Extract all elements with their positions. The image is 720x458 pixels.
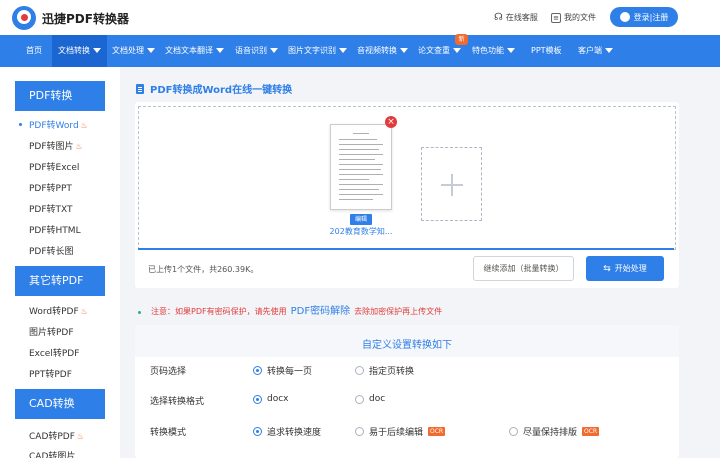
chevron-down-icon: [339, 48, 347, 53]
my-files-link[interactable]: ≡ 我的文件: [551, 12, 596, 23]
sidebar-item-pdf-to-ppt[interactable]: PDF转PPT: [29, 181, 72, 194]
sidebar-item-pdf-to-html[interactable]: PDF转HTML: [29, 223, 81, 236]
start-process-button[interactable]: ⇆ 开始处理: [586, 256, 664, 281]
nav-client[interactable]: 客户端: [578, 35, 613, 67]
radio-unchecked-icon: [509, 427, 518, 436]
sidebar-item-word-to-pdf[interactable]: Word转PDF ♨: [29, 304, 88, 317]
online-service-link[interactable]: ☊ 在线客服: [494, 12, 538, 23]
page-title: PDF转换成Word在线一键转换: [136, 81, 292, 96]
fire-icon: ♨: [76, 432, 85, 441]
password-notice: 注意：如果PDF有密码保护，请先使用 PDF密码解除 去除加密保护再上传文件: [138, 302, 442, 317]
nav-features[interactable]: 特色功能: [472, 35, 515, 67]
sidebar-item-image-to-pdf[interactable]: 图片转PDF: [29, 325, 74, 338]
chevron-down-icon: [93, 48, 101, 53]
swap-icon: ⇆: [603, 264, 611, 274]
headset-icon: ☊: [494, 12, 503, 23]
nav-doc-process[interactable]: 文档处理: [112, 35, 155, 67]
sidebar-item-pdf-to-excel[interactable]: PDF转Excel: [29, 160, 79, 173]
brand-title[interactable]: 迅捷PDF转换器: [42, 10, 129, 27]
nav-doc-translate[interactable]: 文档文本翻译: [165, 35, 224, 67]
radio-format-doc[interactable]: doc: [355, 394, 385, 404]
radio-convert-all-pages[interactable]: 转换每一页: [253, 364, 312, 377]
nav-home[interactable]: 首页: [26, 35, 42, 67]
new-badge: 新: [455, 34, 468, 45]
nav-speech-recognition[interactable]: 语音识别: [235, 35, 278, 67]
sidebar-section-cad-convert[interactable]: CAD转换: [15, 389, 105, 419]
radio-mode-layout[interactable]: 尽量保持排版 OCR: [509, 425, 600, 438]
sidebar-item-cad-to-image[interactable]: CAD转图片: [29, 449, 75, 458]
chevron-down-icon: [507, 48, 515, 53]
sidebar-item-pdf-to-word[interactable]: PDF转Word ♨: [29, 118, 88, 131]
radio-checked-icon: [253, 394, 262, 404]
sidebar-item-cad-to-pdf[interactable]: CAD转PDF ♨: [29, 429, 84, 442]
user-avatar-icon: [619, 12, 630, 22]
radio-convert-specific-pages[interactable]: 指定页转换: [355, 364, 414, 377]
settings-title: 自定义设置转换如下: [362, 340, 452, 351]
chevron-down-icon: [216, 48, 224, 53]
radio-mode-editable[interactable]: 易于后续编辑 OCR: [355, 425, 446, 438]
bullet-dot: [138, 311, 141, 314]
output-format-label: 选择转换格式: [150, 397, 205, 407]
sidebar-item-pdf-to-txt[interactable]: PDF转TXT: [29, 202, 73, 215]
file-icon: ≡: [551, 12, 561, 23]
ocr-badge: OCR: [582, 427, 600, 436]
uploaded-file-name: 202教育数学知...: [329, 227, 393, 236]
remove-file-close-icon[interactable]: ×: [385, 116, 397, 128]
login-button[interactable]: 登录|注册: [610, 7, 678, 27]
chevron-down-icon: [605, 48, 613, 53]
nav-ppt-templates[interactable]: PPT模板: [531, 35, 562, 67]
file-thumbnail[interactable]: [330, 124, 392, 210]
chevron-down-icon: [453, 48, 461, 53]
app-logo-icon[interactable]: [12, 6, 36, 30]
top-header: 迅捷PDF转换器 ☊ 在线客服 ≡ 我的文件 登录|注册: [0, 0, 720, 35]
main-nav: 首页 文档转换 文档处理 文档文本翻译 语音识别 图片文字识别 音视频转换 论文…: [0, 35, 720, 67]
chevron-down-icon: [400, 48, 408, 53]
ocr-badge: OCR: [428, 427, 446, 436]
fire-icon: ♨: [80, 307, 88, 316]
upload-progress-line: [138, 248, 674, 250]
nav-doc-convert[interactable]: 文档转换: [52, 35, 107, 67]
upload-dropzone[interactable]: [138, 106, 676, 250]
fire-icon: ♨: [75, 142, 83, 151]
sidebar-item-ppt-to-pdf[interactable]: PPT转PDF: [29, 367, 72, 380]
pdf-unlock-link[interactable]: PDF密码解除: [291, 302, 350, 317]
sidebar-item-pdf-to-long-image[interactable]: PDF转长图: [29, 244, 74, 257]
chevron-down-icon: [147, 48, 155, 53]
radio-checked-icon: [253, 366, 262, 375]
plus-icon: [451, 174, 453, 196]
radio-checked-icon: [253, 427, 262, 436]
page-selection-label: 页码选择: [150, 367, 187, 377]
sidebar-section-other-to-pdf[interactable]: 其它转PDF: [15, 266, 105, 296]
document-icon: [136, 83, 144, 94]
radio-mode-speed[interactable]: 追求转换速度: [253, 425, 321, 438]
sidebar-section-pdf-convert[interactable]: PDF转换: [15, 81, 105, 111]
nav-av-convert[interactable]: 音视频转换: [357, 35, 408, 67]
upload-status-text: 已上传1个文件，共260.39K。: [148, 265, 259, 274]
radio-format-docx[interactable]: docx: [253, 394, 289, 404]
nav-ocr[interactable]: 图片文字识别: [288, 35, 347, 67]
continue-add-button[interactable]: 继续添加（批量转换）: [473, 256, 574, 281]
radio-unchecked-icon: [355, 366, 364, 375]
fire-icon: ♨: [80, 121, 88, 130]
chevron-down-icon: [270, 48, 278, 53]
sidebar-item-pdf-to-image[interactable]: PDF转图片 ♨: [29, 139, 83, 152]
edit-file-tag[interactable]: 编辑: [350, 214, 372, 225]
convert-mode-label: 转换模式: [150, 428, 187, 438]
sidebar-item-excel-to-pdf[interactable]: Excel转PDF: [29, 346, 79, 359]
radio-unchecked-icon: [355, 394, 364, 404]
radio-unchecked-icon: [355, 427, 364, 436]
active-indicator-dot: [19, 123, 22, 126]
